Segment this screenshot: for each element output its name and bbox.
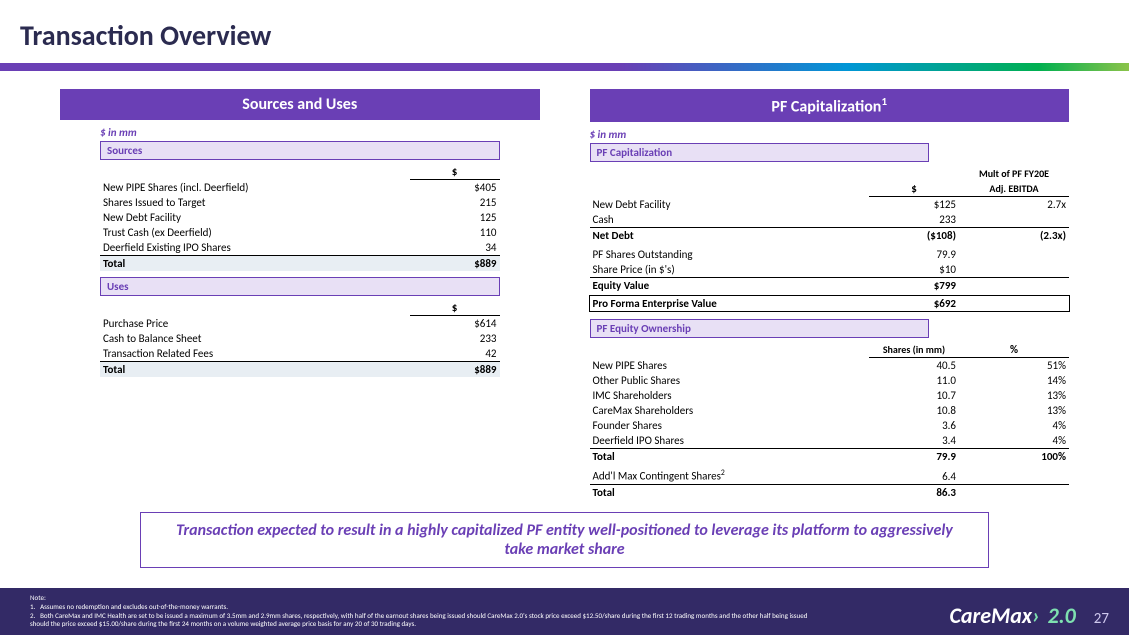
table-row: New PIPE Shares40.551% (590, 358, 1070, 374)
col-dollar-header: $ (869, 181, 959, 197)
table-row: Cash to Balance Sheet233 (100, 331, 500, 346)
table-row: Share Price (in $'s)$10 (590, 262, 1070, 278)
main-columns: Sources and Uses $ in mm Sources $ New P… (0, 89, 1129, 500)
equity-value-row: Equity Value$799 (590, 278, 1070, 294)
chevron-icon: › (1032, 602, 1040, 629)
pf-ownership-subheader: PF Equity Ownership (590, 319, 930, 338)
footnotes: Note: 1. Assumes no redemption and exclu… (30, 594, 810, 629)
sources-uses-column: Sources and Uses $ in mm Sources $ New P… (60, 89, 540, 500)
page-number: 27 (1094, 610, 1109, 628)
col-dollar-header: $ (410, 164, 500, 180)
pf-cap-table: Mult of PF FY20E $ Adj. EBITDA New Debt … (590, 166, 1070, 311)
table-row: New Debt Facility$1252.7x (590, 197, 1070, 213)
contingent-shares-row: Add'l Max Contingent Shares26.4 (590, 468, 1070, 484)
table-row: New PIPE Shares (incl. Deerfield)$405 (100, 180, 500, 196)
pf-cap-subheader: PF Capitalization (590, 143, 930, 162)
page-title: Transaction Overview (0, 0, 1129, 63)
uses-table: $ Purchase Price$614 Cash to Balance She… (100, 300, 500, 377)
col-mult-header-b: Adj. EBITDA (959, 181, 1069, 197)
sources-table: $ New PIPE Shares (incl. Deerfield)$405 … (100, 164, 500, 271)
pf-cap-header: PF Capitalization1 (590, 89, 1070, 122)
col-pct-header: % (959, 342, 1069, 358)
unit-label-right: $ in mm (590, 128, 1070, 141)
sources-uses-header: Sources and Uses (60, 89, 540, 120)
table-row: CareMax Shareholders10.813% (590, 403, 1070, 418)
sources-total-row: Total$889 (100, 256, 500, 272)
table-row: PF Shares Outstanding79.9 (590, 247, 1070, 262)
table-row: New Debt Facility125 (100, 210, 500, 225)
table-row: Transaction Related Fees42 (100, 346, 500, 362)
callout-box: Transaction expected to result in a high… (140, 512, 989, 568)
uses-total-row: Total$889 (100, 362, 500, 378)
table-row: Purchase Price$614 (100, 316, 500, 332)
brand-logo-text: CareMax› (949, 602, 1039, 629)
table-row: Cash233 (590, 212, 1070, 228)
sources-subheader: Sources (100, 141, 500, 160)
enterprise-value-row: Pro Forma Enterprise Value$692 (590, 296, 1070, 311)
net-debt-row: Net Debt($108)(2.3x) (590, 228, 1070, 244)
pf-capitalization-column: PF Capitalization1 $ in mm PF Capitaliza… (590, 89, 1070, 500)
table-row: Shares Issued to Target215 (100, 195, 500, 210)
accent-divider (0, 63, 1129, 71)
ownership-total-row: Total79.9100% (590, 449, 1070, 465)
table-row: Founder Shares3.64% (590, 418, 1070, 433)
table-row: IMC Shareholders10.713% (590, 388, 1070, 403)
table-row: Deerfield Existing IPO Shares34 (100, 240, 500, 256)
ownership-grand-total-row: Total86.3 (590, 484, 1070, 500)
uses-subheader: Uses (100, 277, 500, 296)
footer-bar: Note: 1. Assumes no redemption and exclu… (0, 588, 1129, 635)
pf-ownership-table: Shares (in mm) % New PIPE Shares40.551% … (590, 342, 1070, 500)
col-dollar-header: $ (410, 300, 500, 316)
footnote-2: 2. Both CareMax and IMC Health are set t… (30, 612, 810, 630)
brand-block: CareMax› 2.0 27 (949, 602, 1109, 629)
table-row: Deerfield IPO Shares3.44% (590, 433, 1070, 449)
brand-version: 2.0 (1048, 602, 1076, 629)
col-shares-header: Shares (in mm) (869, 342, 959, 358)
table-row: Other Public Shares11.014% (590, 373, 1070, 388)
unit-label-left: $ in mm (100, 126, 540, 139)
table-row: Trust Cash (ex Deerfield)110 (100, 225, 500, 240)
col-mult-header-a: Mult of PF FY20E (959, 166, 1069, 181)
